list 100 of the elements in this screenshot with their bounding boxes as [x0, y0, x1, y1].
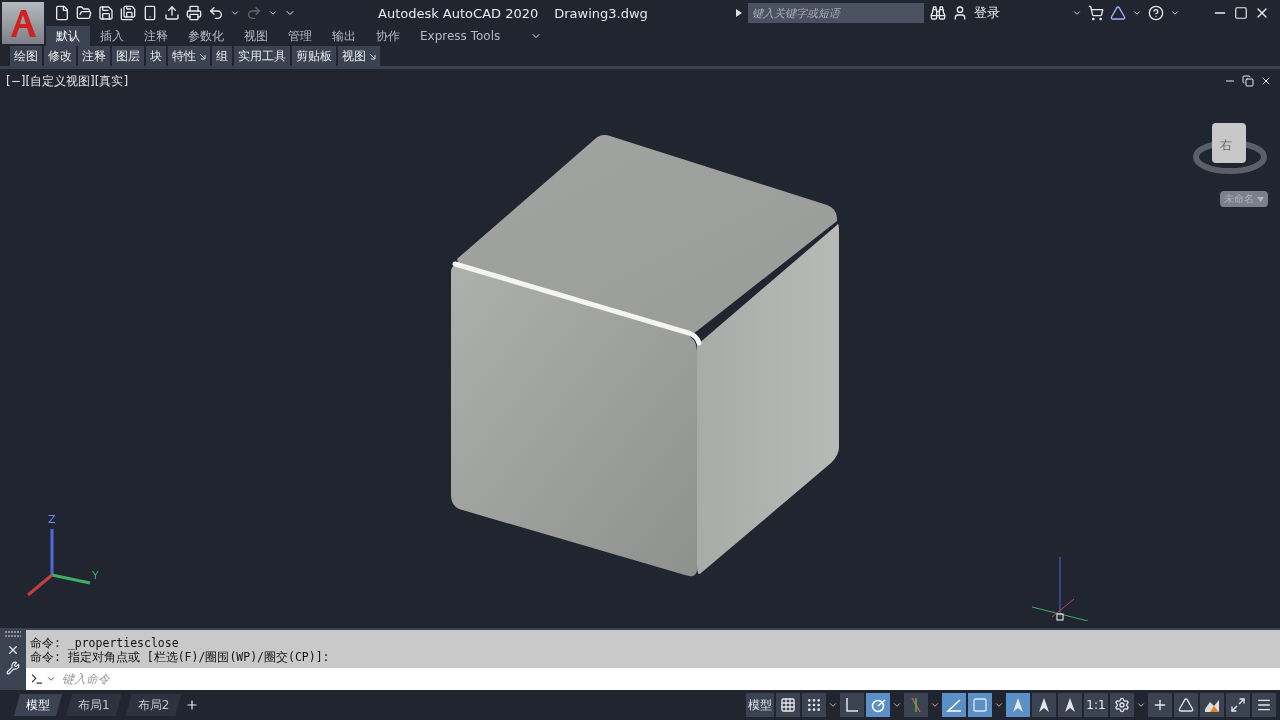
command-input[interactable]: 键入命令 — [60, 668, 1280, 690]
save-icon[interactable] — [98, 5, 114, 21]
figure-toggle[interactable] — [1032, 693, 1056, 717]
save-as-icon[interactable] — [120, 5, 136, 21]
ribbon-tab[interactable]: 协作 — [366, 26, 410, 46]
caret-icon[interactable] — [1071, 8, 1082, 18]
y-axis-label: Y — [92, 569, 99, 582]
close-icon[interactable] — [6, 643, 20, 657]
crosshair-cursor-icon — [1032, 557, 1088, 621]
plus-toggle[interactable] — [1148, 693, 1172, 717]
figure-toggle[interactable] — [1058, 693, 1082, 717]
crossed-lines-toggle[interactable] — [904, 693, 928, 717]
caret-icon[interactable] — [1136, 700, 1146, 710]
caret-icon[interactable] — [892, 700, 902, 710]
logo-icon — [9, 8, 37, 38]
add-layout-icon[interactable] — [185, 698, 200, 712]
wrench-icon[interactable] — [6, 661, 20, 675]
ribbon-tab[interactable]: 管理 — [278, 26, 322, 46]
menu-icon — [1256, 697, 1272, 713]
caret-icon[interactable] — [994, 700, 1004, 710]
command-menu-button[interactable] — [26, 668, 60, 690]
ribbon-panel[interactable]: 注释 — [78, 46, 110, 66]
dot-grid-toggle[interactable] — [802, 693, 826, 717]
angle-icon — [946, 697, 962, 713]
corner-toggle[interactable] — [840, 693, 864, 717]
caret-icon[interactable] — [1169, 8, 1180, 18]
undo-icon[interactable] — [208, 5, 224, 21]
ribbon-panel[interactable]: 图层 — [112, 46, 144, 66]
cart-icon[interactable] — [1087, 5, 1104, 21]
caret-icon[interactable] — [828, 700, 838, 710]
caret-icon[interactable] — [268, 8, 278, 18]
menu-toggle[interactable] — [1252, 693, 1276, 717]
launcher-icon[interactable] — [199, 52, 206, 60]
caret-icon — [1257, 196, 1264, 202]
ribbon-panel[interactable]: 绘图 — [10, 46, 42, 66]
binoculars-icon[interactable] — [929, 5, 946, 21]
fullscreen-icon — [1230, 697, 1246, 713]
viewport-label[interactable]: [−][自定义视图][真实] — [6, 73, 129, 90]
plus-icon — [1152, 697, 1168, 713]
settings-toggle[interactable] — [1110, 693, 1134, 717]
app-title: Autodesk AutoCAD 2020 — [378, 5, 539, 21]
angle-toggle[interactable] — [942, 693, 966, 717]
ribbon-tab[interactable]: 插入 — [90, 26, 134, 46]
command-history-line: 命令: _propertiesclose — [30, 636, 180, 650]
square-snap-icon — [972, 697, 988, 713]
viewcube-face-label: 右 — [1220, 137, 1232, 154]
shapes-toggle[interactable] — [1174, 693, 1198, 717]
corner-icon — [844, 697, 860, 713]
search-field[interactable]: 键入关键字或短语 — [747, 3, 924, 23]
help-icon[interactable] — [1147, 5, 1164, 21]
launcher-icon[interactable] — [369, 52, 376, 60]
grid-toggle[interactable] — [776, 693, 800, 717]
close-icon[interactable] — [1260, 75, 1272, 87]
caret-icon[interactable] — [230, 8, 240, 18]
new-file-icon[interactable] — [54, 5, 70, 21]
maximize-icon[interactable] — [1234, 6, 1248, 20]
grid-icon — [780, 697, 796, 713]
layout-tab[interactable]: 布局1 — [66, 694, 122, 716]
caret-icon[interactable] — [930, 700, 940, 710]
figure-toggle[interactable] — [1006, 693, 1030, 717]
grip-icon[interactable] — [5, 630, 21, 639]
chart-warning-toggle[interactable] — [1200, 693, 1224, 717]
sign-in-link[interactable]: 登录 — [973, 4, 1000, 22]
dot-grid-icon — [806, 697, 822, 713]
ribbon-panel[interactable]: 组 — [212, 46, 232, 66]
upload-icon[interactable] — [164, 5, 180, 21]
ribbon-panel[interactable]: 实用工具 — [234, 46, 290, 66]
document-title: Drawing3.dwg — [554, 5, 648, 21]
command-prompt-icon — [30, 672, 44, 686]
expand-icon[interactable] — [735, 9, 742, 17]
square-snap-toggle[interactable] — [968, 693, 992, 717]
layout-tab[interactable]: 布局2 — [125, 694, 182, 716]
status-button[interactable]: 1:1 — [1084, 693, 1108, 717]
ribbon-panel[interactable]: 块 — [146, 46, 166, 66]
ribbon-tab[interactable]: 默认 — [46, 26, 90, 46]
fullscreen-toggle[interactable] — [1226, 693, 1250, 717]
ribbon-tab[interactable]: 输出 — [322, 26, 366, 46]
caret-icon — [46, 674, 56, 684]
ribbon-panel[interactable]: 修改 — [44, 46, 76, 66]
ribbon-tab[interactable]: 视图 — [234, 26, 278, 46]
phone-icon[interactable] — [142, 5, 158, 21]
restore-icon[interactable] — [1242, 75, 1254, 87]
ribbon-tab[interactable]: Express Tools — [410, 26, 511, 46]
ribbon-panel[interactable]: 剪贴板 — [292, 46, 336, 66]
crossed-lines-icon — [908, 697, 924, 713]
redo-icon[interactable] — [246, 5, 262, 21]
circle-angle-toggle[interactable] — [866, 693, 890, 717]
circle-angle-icon — [870, 697, 886, 713]
settings-icon — [1114, 697, 1130, 713]
ribbon-panel[interactable]: 特性 — [168, 46, 210, 66]
command-history-line: 命令: 指定对角点或 [栏选(F)/圈围(WP)/圈交(CP)]: — [30, 650, 331, 664]
status-button[interactable]: 模型 — [746, 693, 774, 717]
open-folder-icon[interactable] — [76, 5, 92, 21]
ribbon-tab[interactable]: 注释 — [134, 26, 178, 46]
layout-tab[interactable]: 模型 — [14, 694, 62, 716]
print-icon[interactable] — [186, 5, 202, 21]
caret-icon[interactable] — [1131, 8, 1142, 18]
ribbon-panel[interactable]: 视图 — [338, 46, 380, 66]
ribbon-tab[interactable]: 参数化 — [178, 26, 234, 46]
application-menu-button[interactable] — [2, 2, 44, 44]
